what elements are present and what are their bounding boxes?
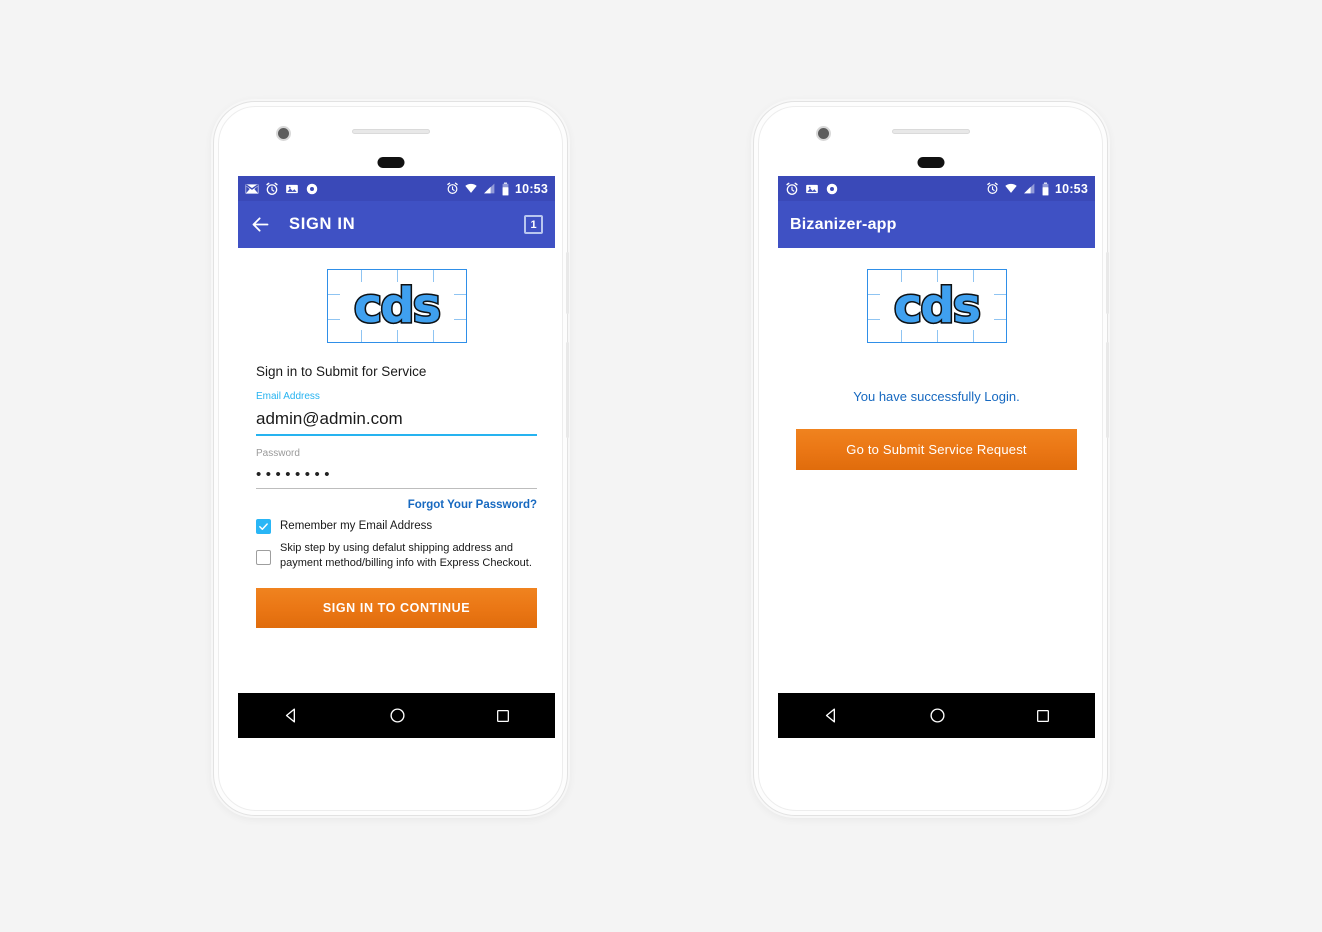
status-bar: 10:53 — [778, 176, 1095, 201]
circle-icon — [826, 183, 838, 194]
cart-badge[interactable]: 1 — [524, 215, 543, 234]
android-nav-bar — [238, 693, 555, 738]
volume-button[interactable] — [566, 342, 569, 438]
remember-email-checkbox[interactable] — [256, 519, 271, 535]
app-bar: SIGN IN 1 — [238, 201, 555, 248]
phone-device-success: 10:53 Bizanizer-app cds You have success… — [753, 101, 1109, 816]
password-input[interactable]: •••••••• — [256, 459, 537, 488]
front-camera-icon — [276, 126, 291, 141]
earpiece-speaker — [891, 129, 970, 134]
status-bar-right-icons: 10:53 — [986, 182, 1088, 196]
phone-bezel: 10:53 Bizanizer-app cds You have success… — [758, 106, 1103, 811]
status-bar-right-icons: 10:53 — [446, 182, 548, 196]
arrow-back-icon[interactable] — [250, 214, 271, 235]
mail-icon — [245, 183, 259, 194]
status-bar-clock: 10:53 — [1055, 181, 1088, 196]
logo-wordmark: cds — [892, 278, 982, 334]
alarm-icon — [447, 182, 458, 194]
signal-icon — [1024, 183, 1035, 194]
forgot-password-link[interactable]: Forgot Your Password? — [256, 499, 537, 511]
email-field-underline — [256, 434, 537, 436]
cds-logo: cds — [326, 269, 467, 343]
status-bar-left-icons — [245, 182, 319, 196]
status-bar-left-icons — [785, 182, 839, 196]
express-checkout-checkbox[interactable] — [256, 550, 271, 566]
success-message: You have successfully Login. — [853, 389, 1020, 404]
circle-icon — [306, 183, 318, 194]
back-triangle-icon[interactable] — [823, 707, 840, 724]
screenshot-canvas: 10:53 SIGN IN 1 cds Sign in to Submit fo… — [0, 0, 1322, 932]
email-field-group: Email Address admin@admin.com — [256, 391, 537, 436]
password-field-group: Password •••••••• — [256, 447, 537, 489]
cds-logo: cds — [866, 269, 1007, 343]
front-camera-icon — [816, 126, 831, 141]
sensor-pill — [917, 157, 944, 168]
logo-container: cds — [796, 248, 1077, 343]
battery-icon — [1042, 182, 1049, 195]
battery-icon — [502, 182, 509, 195]
sign-in-content: cds Sign in to Submit for Service Email … — [238, 248, 555, 738]
image-icon — [286, 184, 298, 193]
remember-email-row[interactable]: Remember my Email Address — [256, 519, 537, 535]
recents-square-icon[interactable] — [1035, 708, 1051, 724]
image-icon — [806, 184, 818, 193]
alarm-icon — [987, 182, 998, 194]
express-checkout-row[interactable]: Skip step by using defalut shipping addr… — [256, 541, 537, 570]
device-screen-sign-in: 10:53 SIGN IN 1 cds Sign in to Submit fo… — [238, 176, 555, 738]
password-field-underline — [256, 487, 537, 489]
phone-bezel: 10:53 SIGN IN 1 cds Sign in to Submit fo… — [218, 106, 563, 811]
remember-email-label: Remember my Email Address — [280, 520, 433, 532]
alarm-icon — [786, 182, 798, 195]
form-heading: Sign in to Submit for Service — [256, 364, 427, 379]
go-to-submit-service-request-button[interactable]: Go to Submit Service Request — [796, 429, 1077, 470]
express-checkout-label: Skip step by using defalut shipping addr… — [280, 542, 532, 569]
alarm-icon — [266, 182, 278, 195]
app-title: Bizanizer-app — [790, 215, 897, 233]
email-input[interactable]: admin@admin.com — [256, 402, 537, 434]
password-field-label: Password — [256, 447, 300, 459]
email-field-label: Email Address — [256, 391, 320, 402]
back-triangle-icon[interactable] — [283, 707, 300, 724]
earpiece-speaker — [351, 129, 430, 134]
wifi-icon — [465, 183, 477, 193]
signal-icon — [484, 183, 495, 194]
wifi-icon — [1005, 183, 1017, 193]
app-bar: Bizanizer-app — [778, 201, 1095, 248]
phone-device-sign-in: 10:53 SIGN IN 1 cds Sign in to Submit fo… — [213, 101, 569, 816]
logo-wordmark: cds — [352, 278, 442, 334]
volume-button[interactable] — [1106, 342, 1109, 438]
sensor-pill — [377, 157, 404, 168]
home-circle-icon[interactable] — [929, 707, 946, 724]
status-bar: 10:53 — [238, 176, 555, 201]
logo-container: cds — [256, 248, 537, 343]
page-title: SIGN IN — [289, 215, 356, 233]
android-nav-bar — [778, 693, 1095, 738]
status-bar-clock: 10:53 — [515, 181, 548, 196]
device-screen-success: 10:53 Bizanizer-app cds You have success… — [778, 176, 1095, 738]
power-button[interactable] — [566, 252, 569, 314]
recents-square-icon[interactable] — [495, 708, 511, 724]
home-circle-icon[interactable] — [389, 707, 406, 724]
power-button[interactable] — [1106, 252, 1109, 314]
success-content: cds You have successfully Login. Go to S… — [778, 248, 1095, 738]
sign-in-button[interactable]: SIGN IN TO CONTINUE — [256, 588, 537, 629]
